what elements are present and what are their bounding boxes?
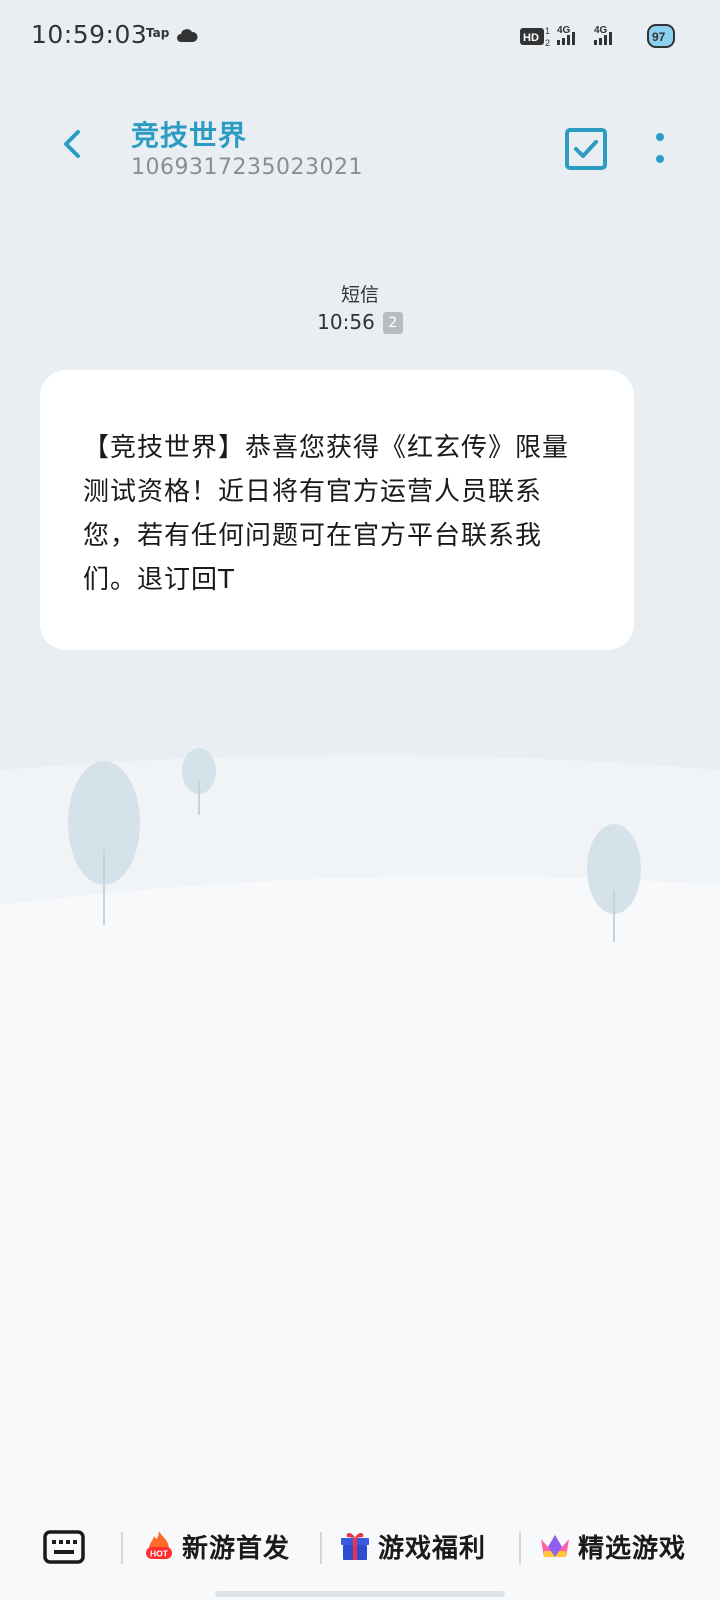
- contact-name[interactable]: 竞技世界: [131, 114, 247, 154]
- back-arrow-icon[interactable]: [50, 120, 94, 168]
- svg-text:2: 2: [545, 38, 550, 48]
- tab-label: 精选游戏: [578, 1533, 687, 1564]
- status-time: 10:59:03: [31, 20, 148, 49]
- status-bar: 10:59:03 Tap HD 1 2 4G 4G 97: [0, 0, 720, 72]
- multi-select-checkbox-icon[interactable]: [562, 125, 610, 173]
- more-options-icon[interactable]: [648, 126, 672, 174]
- background-scenery: [0, 0, 720, 1600]
- tab-label: 新游首发: [182, 1533, 291, 1564]
- hd-label: HD: [523, 32, 539, 44]
- svg-text:4G: 4G: [594, 25, 608, 36]
- svg-text:97: 97: [652, 30, 666, 44]
- message-time: 10:56: [317, 310, 375, 334]
- hot-flame-icon: HOT: [146, 1531, 172, 1559]
- tab-featured-games[interactable]: 精选游戏: [538, 1522, 686, 1570]
- gift-icon: [341, 1533, 369, 1560]
- message-bubble[interactable]: 【竞技世界】恭喜您获得《红玄传》限量测试资格！近日将有官方运营人员联系您，若有任…: [40, 370, 634, 650]
- conversation-header: 竞技世界 1069317235023021: [0, 100, 720, 200]
- cloud-weather-icon: [177, 29, 198, 42]
- message-time-row: 10:56 2: [0, 310, 720, 334]
- tab-label: 游戏福利: [378, 1533, 487, 1564]
- message-text: 【竞技世界】恭喜您获得《红玄传》限量测试资格！近日将有官方运营人员联系您，若有任…: [83, 433, 570, 595]
- divider: [121, 1532, 123, 1564]
- contact-number: 1069317235023021: [131, 155, 363, 180]
- tap-app-icon: Tap: [146, 26, 170, 40]
- signal-1-icon: 4G: [557, 25, 575, 45]
- battery-icon: 97: [647, 24, 675, 48]
- keyboard-icon[interactable]: [43, 1530, 85, 1564]
- svg-text:4G: 4G: [557, 25, 571, 36]
- svg-text:1: 1: [545, 26, 550, 36]
- tab-game-benefits[interactable]: 游戏福利: [338, 1522, 486, 1570]
- home-indicator[interactable]: [215, 1591, 505, 1597]
- tab-new-games[interactable]: HOT 新游首发: [142, 1522, 290, 1570]
- signal-2-icon: 4G: [594, 25, 612, 45]
- hot-badge-text: HOT: [150, 1549, 169, 1559]
- sim-slot-badge: 2: [382, 312, 403, 334]
- divider: [519, 1532, 521, 1564]
- divider: [320, 1532, 322, 1564]
- message-type-label: 短信: [340, 284, 379, 306]
- crown-icon: [541, 1535, 569, 1557]
- status-icons: HD 1 2 4G 4G 97: [520, 24, 675, 48]
- bottom-menu-bar: HOT 新游首发 游戏福利 精选游戏: [0, 1520, 720, 1576]
